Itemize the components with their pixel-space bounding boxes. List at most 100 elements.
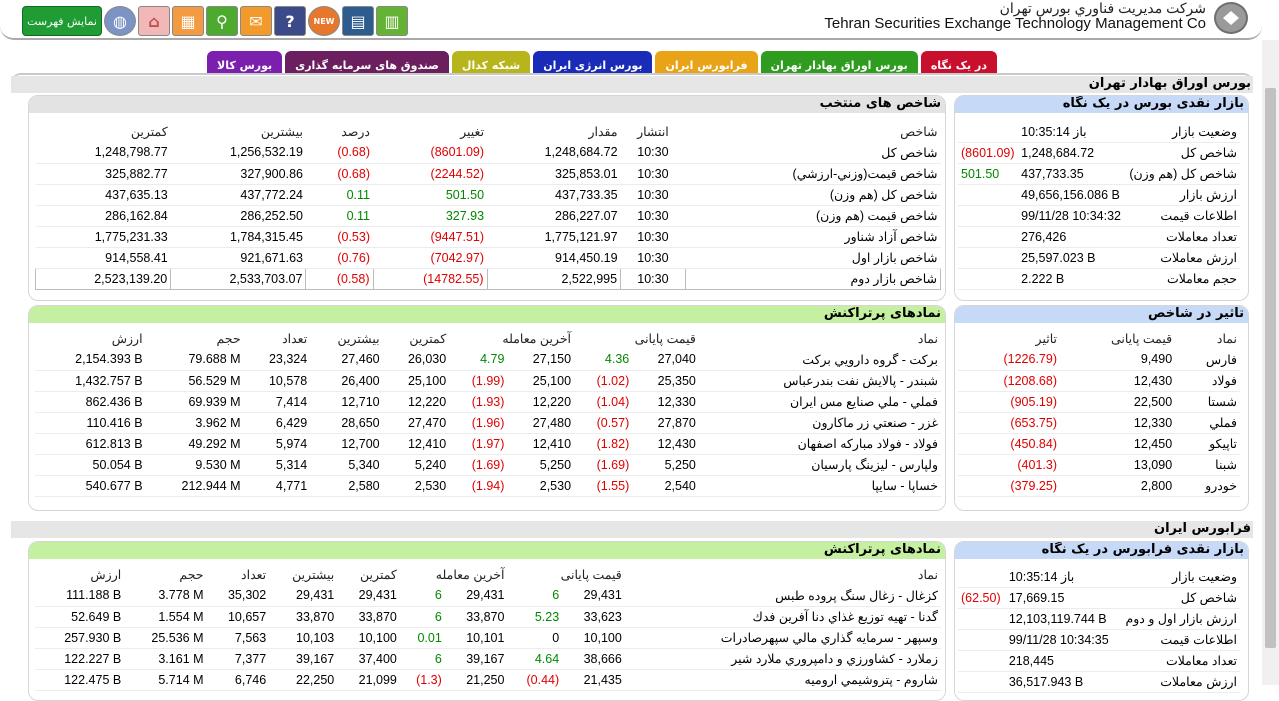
tab-5[interactable]: صندوق های سرمایه گذاری [285, 51, 449, 75]
table-row[interactable]: 110.416 B 3.962 M 6,429 28,650 27,470 (1.96) 2… [35, 412, 941, 434]
table-row[interactable]: 111.188 B 3.778 M 35,302 29,431 29,431 6 29,43… [35, 585, 941, 607]
market-tabs: در یک نگاه بورس اوراق بهادار تهران فرابورس… [207, 51, 997, 75]
trade-cell: 6 [507, 585, 563, 607]
column-header: انتشار [637, 125, 669, 139]
symbol-link[interactable]: وسپهر - سرمايه گذاري مالي سپهرصادرات [624, 627, 941, 649]
table-row[interactable]: 1,432.757 B 56.529 M 10,578 26,400 25,100 (1.… [35, 370, 941, 392]
table-row: 2.222 B حجم معاملات [958, 268, 1240, 290]
symbol-link[interactable]: كزغال - زغال سنگ پروده طبس [624, 585, 941, 607]
symbol-link[interactable]: برکت - گروه دارويي بركت [698, 349, 941, 371]
message-icon[interactable]: ✉ [240, 6, 272, 36]
impact-cell: 12,330 [1059, 412, 1176, 434]
column-header: نماد [1216, 332, 1237, 346]
trade-cell: 3.161 M [124, 648, 207, 670]
dashboard-icon[interactable]: ▥ [376, 6, 408, 36]
tab-1[interactable]: بورس اوراق بهادار تهران [760, 51, 918, 75]
table-row[interactable]: 257.930 B 25.536 M 7,563 10,103 10,100 0.01 10… [35, 627, 941, 649]
tse-impact-box: تاثیر در شاخص تاثیر قیمت پایانی نماد (1226.… [954, 305, 1249, 511]
index-name-link[interactable]: شاخص کل (هم وزن) [685, 184, 941, 206]
tab-4[interactable]: شبکه کدال [451, 51, 531, 75]
tab-3[interactable]: بورس انرژی ایران [533, 51, 653, 75]
column-header: کمترین [409, 332, 447, 346]
symbol-link[interactable]: تاپيكو [1175, 433, 1240, 455]
symbol-link[interactable]: فولاد [1175, 370, 1240, 392]
cash-value: باز 10:35:14 [1018, 121, 1126, 143]
table-row[interactable]: 914,558.41 921,671.63 (0.76) (7042.97) 914,4… [35, 247, 941, 269]
impact-cell: (401.3) [958, 454, 1060, 476]
symbol-link[interactable]: شبندر - پالايش نفت بندرعباس [698, 370, 941, 392]
symbol-link[interactable]: ولپارس - ليزينگ پارسيان [698, 454, 941, 476]
trade-cell: 27,470 [382, 412, 450, 434]
table-row: 99/11/28 10:34:32 اطلاعات قیمت [958, 205, 1240, 227]
index-name-link[interactable]: شاخص بازار دوم [684, 267, 942, 290]
table-row[interactable]: 286,162.84 286,252.50 0.11 327.93 286,227.07… [35, 205, 941, 227]
index-name-link[interactable]: شاخص بازار اول [685, 247, 941, 269]
table-row[interactable]: 862.436 B 69.939 M 7,414 12,710 12,220 (1.93)… [35, 391, 941, 413]
table-row[interactable]: 1,775,231.33 1,784,315.45 (0.53) (9447.51) 1… [35, 226, 941, 248]
trade-cell: 4.64 [507, 648, 563, 670]
symbol-link[interactable]: فملي - ملي صنايع مس ايران [698, 391, 941, 413]
show-list-button[interactable]: نمایش فهرست [22, 6, 102, 36]
cash-value: 2.222 B [1018, 268, 1126, 290]
ifb-cash-title: بازار نقدی فرابورس در یک نگاه [955, 542, 1248, 559]
table-row[interactable]: 52.649 B 1.554 M 10,657 33,870 33,870 6 33,870… [35, 606, 941, 628]
table-row[interactable]: (401.3) 13,090 شبنا [958, 454, 1240, 476]
trade-cell: 612.813 B [35, 433, 146, 455]
vertical-scrollbar[interactable] [1262, 40, 1279, 685]
cash-value: 49,656,156.086 B [1018, 184, 1126, 206]
index-name-link[interactable]: شاخص آزاد شناور [685, 226, 941, 248]
help-icon[interactable]: ? [274, 6, 306, 36]
table-row[interactable]: 122.475 B 5.714 M 6,746 22,250 21,099 (1.3) 21… [35, 669, 941, 691]
symbol-link[interactable]: شبنا [1175, 454, 1240, 476]
symbol-link[interactable]: فولاد - فولاد مباركه اصفهان [698, 433, 941, 455]
tab-0[interactable]: در یک نگاه [920, 51, 997, 75]
symbol-link[interactable]: شاروم - پتروشيمي اروميه [624, 669, 941, 691]
table-row[interactable]: 2,523,139.20 2,533,703.07 (0.58) (14782.55)… [34, 267, 942, 290]
tse-index-table: کمترین بیشترین درصد تغییر مقدار انتشار شاخص 1,2… [34, 121, 942, 290]
globe-icon[interactable]: ◍ [104, 6, 136, 36]
scrollbar-thumb[interactable] [1265, 88, 1276, 648]
search-icon[interactable]: ⚲ [206, 6, 238, 36]
table-row[interactable]: 2,154.393 B 79.688 M 23,324 27,460 26,030 4.7… [35, 349, 941, 371]
table-row[interactable]: 1,248,798.77 1,256,532.19 (0.68) (8601.09) 1… [35, 142, 941, 164]
table-row[interactable]: 612.813 B 49.292 M 5,974 12,700 12,410 (1.97)… [35, 433, 941, 455]
symbol-link[interactable]: فارس [1175, 349, 1240, 371]
table-row[interactable]: (450.84) 12,450 تاپيكو [958, 433, 1240, 455]
brand: شركت مديريت فناوري بورس تهران Tehran Sec… [824, 0, 1206, 32]
cash-change [958, 629, 1006, 651]
symbol-link[interactable]: غزر - صنعتي زر ماكارون [698, 412, 941, 434]
table-row[interactable]: 540.677 B 212.944 M 4,771 2,580 2,530 (1.94) 2… [35, 475, 941, 497]
tab-6[interactable]: بورس کالا [207, 51, 283, 75]
symbol-link[interactable]: خساپا - سايپا [698, 475, 941, 497]
cash-value: 17,669.15 [1005, 587, 1117, 609]
symbol-link[interactable]: خودرو [1175, 475, 1240, 497]
table-row[interactable]: (1208.68) 12,430 فولاد [958, 370, 1240, 392]
table-icon[interactable]: ▦ [172, 6, 204, 36]
trade-cell: 12,220 [507, 391, 575, 413]
table-row[interactable]: 437,635.13 437,772.24 0.11 501.50 437,733.35… [35, 184, 941, 206]
symbol-link[interactable]: گدنا - تهيه توزيع غذاي دنا آفرين فدك [624, 606, 941, 628]
index-name-link[interactable]: شاخص قيمت(وزني-ارزشي) [685, 163, 941, 185]
table-row: (8601.09) 1,248,684.72 شاخص کل [958, 142, 1240, 164]
table-row[interactable]: (653.75) 12,330 فملي [958, 412, 1240, 434]
table-header: تاثیر قیمت پایانی نماد [958, 328, 1240, 349]
new-badge-icon[interactable]: NEW [308, 6, 340, 36]
table-row[interactable]: (1226.79) 9,490 فارس [958, 349, 1240, 371]
home-icon[interactable]: ⌂ [138, 6, 170, 36]
index-name-link[interactable]: شاخص کل [685, 142, 941, 164]
table-row[interactable]: (379.25) 2,800 خودرو [958, 475, 1240, 497]
symbol-link[interactable]: فملي [1175, 412, 1240, 434]
table-row[interactable]: (905.19) 22,500 شستا [958, 391, 1240, 413]
table-row[interactable]: 50.054 B 9.530 M 5,314 5,340 5,240 (1.69) 5,25… [35, 454, 941, 476]
cash-value: 99/11/28 10:34:32 [1018, 205, 1126, 227]
symbol-link[interactable]: شستا [1175, 391, 1240, 413]
tab-2[interactable]: فرابورس ایران [655, 51, 758, 75]
book-icon[interactable]: ▤ [342, 6, 374, 36]
symbol-link[interactable]: زملارد - كشاورزي و دامپروري ملارد شير [624, 648, 941, 670]
table-row[interactable]: 122.227 B 3.161 M 7,377 39,167 37,400 6 39,167… [35, 648, 941, 670]
tsetmc-logo-icon[interactable] [1214, 2, 1248, 34]
trade-cell: 212.944 M [145, 475, 244, 497]
impact-cell: 9,490 [1059, 349, 1176, 371]
index-name-link[interactable]: شاخص قیمت (هم وزن) [685, 205, 941, 227]
table-row[interactable]: 325,882.77 327,900.86 (0.68) (2244.52) 325,8… [35, 163, 941, 185]
